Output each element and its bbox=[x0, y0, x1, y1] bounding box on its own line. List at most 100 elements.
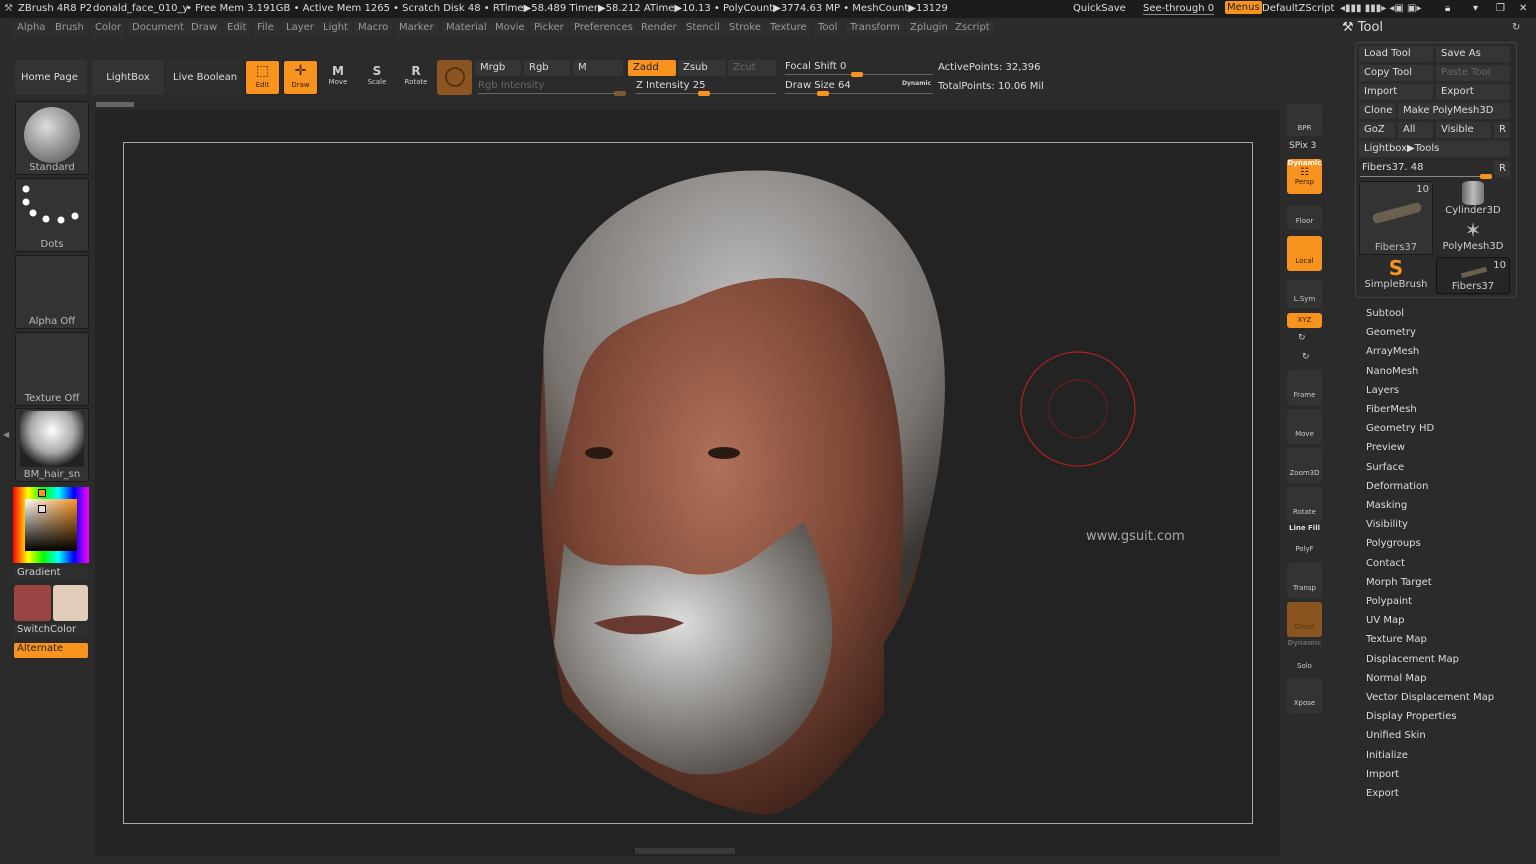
focal-shift-slider[interactable] bbox=[785, 72, 933, 77]
transp-button[interactable]: Transp bbox=[1287, 563, 1322, 598]
menu-draw[interactable]: Draw bbox=[187, 21, 222, 37]
move-button[interactable]: M Move bbox=[323, 64, 353, 86]
tool-item-texture-map[interactable]: Texture Map bbox=[1366, 634, 1427, 645]
tool-thumb-fibers37[interactable]: 10 Fibers37 bbox=[1359, 181, 1433, 255]
tool-item-contact[interactable]: Contact bbox=[1366, 558, 1405, 569]
zoom3d-button[interactable]: Zoom3D bbox=[1287, 448, 1322, 483]
menu-stencil[interactable]: Stencil bbox=[682, 21, 724, 37]
tool-item-fibermesh[interactable]: FiberMesh bbox=[1366, 404, 1417, 415]
menu-transform[interactable]: Transform bbox=[846, 21, 904, 37]
menu-preferences[interactable]: Preferences bbox=[570, 21, 637, 37]
main-color-swatch[interactable] bbox=[14, 585, 51, 621]
tool-item-uv-map[interactable]: UV Map bbox=[1366, 615, 1404, 626]
menu-brush[interactable]: Brush bbox=[51, 21, 88, 37]
gradient-toggle[interactable]: Gradient bbox=[14, 567, 88, 581]
tool-thumb-simplebrush[interactable]: S SimpleBrush bbox=[1359, 257, 1433, 293]
tool-item-arraymesh[interactable]: ArrayMesh bbox=[1366, 346, 1419, 357]
rotate-button[interactable]: R Rotate bbox=[401, 64, 431, 86]
menu-stroke[interactable]: Stroke bbox=[725, 21, 765, 37]
draw-button[interactable]: ✛ Draw bbox=[283, 60, 318, 95]
ghost-button[interactable]: Ghost bbox=[1287, 602, 1322, 637]
refresh-icon[interactable]: ↻ bbox=[1512, 22, 1520, 33]
left-tray-toggle-icon[interactable]: ◀ bbox=[3, 430, 9, 439]
color-picker[interactable] bbox=[13, 487, 89, 563]
copy-tool-button[interactable]: Copy Tool bbox=[1359, 65, 1433, 81]
tool-item-deformation[interactable]: Deformation bbox=[1366, 481, 1428, 492]
export-button[interactable]: Export bbox=[1436, 84, 1510, 100]
brush-button[interactable]: Standard bbox=[15, 101, 89, 175]
menu-render[interactable]: Render bbox=[637, 21, 681, 37]
tool-item-display-properties[interactable]: Display Properties bbox=[1366, 711, 1457, 722]
menu-document[interactable]: Document bbox=[128, 21, 188, 37]
color-saturation-square[interactable] bbox=[25, 499, 77, 551]
lightbox-tools-button[interactable]: Lightbox▶Tools bbox=[1359, 141, 1510, 157]
tool-thumb-fibers37-2[interactable]: 10 Fibers37 bbox=[1436, 257, 1510, 294]
document-canvas[interactable]: www.gsuit.com bbox=[123, 142, 1253, 824]
tool-slider[interactable] bbox=[1360, 174, 1492, 179]
alternate-button[interactable]: Alternate bbox=[14, 643, 88, 658]
home-page-button[interactable]: Home Page bbox=[15, 60, 87, 95]
secondary-color-swatch[interactable] bbox=[53, 585, 88, 621]
tool-item-polygroups[interactable]: Polygroups bbox=[1366, 538, 1421, 549]
menu-zscript[interactable]: Zscript bbox=[951, 21, 994, 37]
tool-r-button[interactable]: R bbox=[1494, 161, 1510, 177]
switchcolor-button[interactable]: SwitchColor bbox=[14, 624, 88, 638]
tool-item-masking[interactable]: Masking bbox=[1366, 500, 1407, 511]
tool-item-subtool[interactable]: Subtool bbox=[1366, 308, 1404, 319]
menu-marker[interactable]: Marker bbox=[395, 21, 438, 37]
tool-item-unified-skin[interactable]: Unified Skin bbox=[1366, 730, 1426, 741]
solo-button[interactable]: Solo bbox=[1287, 648, 1322, 673]
floor-button[interactable]: Floor bbox=[1287, 205, 1322, 229]
hue-marker[interactable] bbox=[38, 489, 46, 497]
tool-item-geometry-hd[interactable]: Geometry HD bbox=[1366, 423, 1434, 434]
tool-item-polypaint[interactable]: Polypaint bbox=[1366, 596, 1412, 607]
menu-movie[interactable]: Movie bbox=[491, 21, 529, 37]
xpose-button[interactable]: Xpose bbox=[1287, 678, 1322, 713]
menu-edit[interactable]: Edit bbox=[223, 21, 251, 37]
tool-thumb-cylinder3d[interactable]: Cylinder3D bbox=[1436, 181, 1510, 217]
zcut-button[interactable]: Zcut bbox=[728, 60, 776, 76]
alpha-button[interactable]: Alpha Off bbox=[15, 255, 89, 329]
mrgb-button[interactable]: Mrgb bbox=[475, 60, 521, 76]
viewport[interactable]: www.gsuit.com bbox=[95, 110, 1280, 856]
tool-item-layers[interactable]: Layers bbox=[1366, 385, 1399, 396]
menu-macro[interactable]: Macro bbox=[354, 21, 393, 37]
tool-item-visibility[interactable]: Visibility bbox=[1366, 519, 1408, 530]
material-button[interactable]: BM_hair_sn bbox=[15, 408, 89, 482]
polyf-button[interactable]: PolyF bbox=[1287, 533, 1322, 557]
menu-tool[interactable]: Tool bbox=[814, 21, 842, 37]
close-icon[interactable]: ✕ bbox=[1519, 3, 1527, 14]
lsym-button[interactable]: L.Sym bbox=[1287, 280, 1322, 308]
persp-button[interactable]: Dynamic ☷ Persp bbox=[1287, 159, 1322, 194]
load-tool-button[interactable]: Load Tool bbox=[1359, 46, 1433, 62]
menu-picker[interactable]: Picker bbox=[530, 21, 568, 37]
tool-item-morph-target[interactable]: Morph Target bbox=[1366, 577, 1432, 588]
menu-alpha[interactable]: Alpha bbox=[13, 21, 50, 37]
menu-color[interactable]: Color bbox=[91, 21, 126, 37]
z-intensity-slider[interactable] bbox=[636, 91, 776, 96]
stroke-button[interactable]: Dots bbox=[15, 178, 89, 252]
material-swatch-button[interactable] bbox=[437, 60, 472, 95]
layout-arrows-icon[interactable]: ◂▮▮▮ ▮▮▮▸ ◂▣ ▣▸ bbox=[1340, 3, 1422, 14]
local-button[interactable]: Local bbox=[1287, 236, 1322, 271]
rgb-button[interactable]: Rgb bbox=[524, 60, 570, 76]
save-as-button[interactable]: Save As bbox=[1436, 46, 1510, 62]
tool-item-normal-map[interactable]: Normal Map bbox=[1366, 673, 1426, 684]
rotate-y-icon[interactable]: ↻ bbox=[1298, 333, 1306, 343]
edit-button[interactable]: ⬚ Edit bbox=[245, 60, 280, 95]
tool-item-preview[interactable]: Preview bbox=[1366, 442, 1405, 453]
paste-tool-button[interactable]: Paste Tool bbox=[1436, 65, 1510, 81]
goz-r-button[interactable]: R bbox=[1494, 122, 1510, 138]
move-view-button[interactable]: Move bbox=[1287, 409, 1322, 444]
goz-all-button[interactable]: All bbox=[1398, 122, 1433, 138]
rgb-intensity-slider[interactable] bbox=[478, 91, 626, 96]
frame-button[interactable]: Frame bbox=[1287, 370, 1322, 405]
bpr-button[interactable]: BPR bbox=[1287, 104, 1322, 136]
menu-zplugin[interactable]: Zplugin bbox=[906, 21, 952, 37]
menu-layer[interactable]: Layer bbox=[282, 21, 318, 37]
bottom-tray-handle[interactable] bbox=[635, 848, 735, 854]
tool-thumb-polymesh3d[interactable]: ✶ PolyMesh3D bbox=[1436, 219, 1510, 255]
rotate-z-icon[interactable]: ↻ bbox=[1302, 352, 1310, 362]
import-button[interactable]: Import bbox=[1359, 84, 1433, 100]
quicksave-button[interactable]: QuickSave bbox=[1073, 3, 1126, 14]
